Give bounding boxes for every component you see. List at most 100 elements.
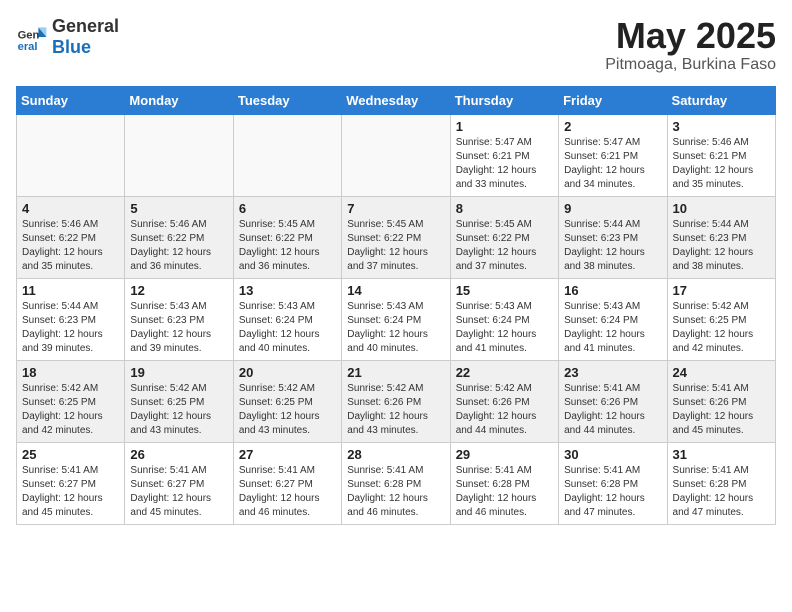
day-number: 11 xyxy=(22,283,119,298)
calendar-day-cell: 18 Sunrise: 5:42 AM Sunset: 6:25 PM Dayli… xyxy=(17,360,125,442)
day-number: 7 xyxy=(347,201,444,216)
day-number: 1 xyxy=(456,119,553,134)
calendar-day-cell: 20 Sunrise: 5:42 AM Sunset: 6:25 PM Dayli… xyxy=(233,360,341,442)
day-info: Sunrise: 5:41 AM Sunset: 6:27 PM Dayligh… xyxy=(239,464,336,520)
month-year-title: May 2025 xyxy=(605,16,776,56)
day-number: 25 xyxy=(22,447,119,462)
logo-blue-text: Blue xyxy=(52,37,91,57)
svg-text:eral: eral xyxy=(18,41,38,53)
day-info: Sunrise: 5:43 AM Sunset: 6:24 PM Dayligh… xyxy=(456,300,553,356)
day-number: 2 xyxy=(564,119,661,134)
logo: Gen eral General Blue xyxy=(16,16,119,58)
day-header-friday: Friday xyxy=(559,86,667,114)
svg-text:Gen: Gen xyxy=(18,30,40,42)
calendar-day-cell: 14Sunrise: 5:43 AM Sunset: 6:24 PM Dayli… xyxy=(342,278,450,360)
calendar-day-cell: 23 Sunrise: 5:41 AM Sunset: 6:26 PM Dayli… xyxy=(559,360,667,442)
calendar-day-cell: 1 Sunrise: 5:47 AM Sunset: 6:21 PM Daylig… xyxy=(450,114,558,196)
day-info: Sunrise: 5:42 AM Sunset: 6:25 PM Dayligh… xyxy=(22,382,119,438)
day-number: 22 xyxy=(456,365,553,380)
day-number: 18 xyxy=(22,365,119,380)
calendar-day-cell: 24Sunrise: 5:41 AM Sunset: 6:26 PM Dayli… xyxy=(667,360,775,442)
day-info: Sunrise: 5:41 AM Sunset: 6:28 PM Dayligh… xyxy=(456,464,553,520)
location-text: Pitmoaga, Burkina Faso xyxy=(605,56,776,74)
day-number: 13 xyxy=(239,283,336,298)
day-info: Sunrise: 5:45 AM Sunset: 6:22 PM Dayligh… xyxy=(456,218,553,274)
day-number: 30 xyxy=(564,447,661,462)
calendar-day-cell: 16 Sunrise: 5:43 AM Sunset: 6:24 PM Dayli… xyxy=(559,278,667,360)
day-number: 26 xyxy=(130,447,227,462)
calendar-day-cell: 10Sunrise: 5:44 AM Sunset: 6:23 PM Dayli… xyxy=(667,196,775,278)
calendar-day-cell xyxy=(342,114,450,196)
calendar-day-cell: 8Sunrise: 5:45 AM Sunset: 6:22 PM Daylig… xyxy=(450,196,558,278)
day-info: Sunrise: 5:43 AM Sunset: 6:24 PM Dayligh… xyxy=(239,300,336,356)
calendar-day-cell: 5 Sunrise: 5:46 AM Sunset: 6:22 PM Daylig… xyxy=(125,196,233,278)
logo-icon: Gen eral xyxy=(16,21,48,53)
day-info: Sunrise: 5:41 AM Sunset: 6:26 PM Dayligh… xyxy=(564,382,661,438)
day-info: Sunrise: 5:43 AM Sunset: 6:23 PM Dayligh… xyxy=(130,300,227,356)
day-info: Sunrise: 5:42 AM Sunset: 6:25 PM Dayligh… xyxy=(239,382,336,438)
day-number: 15 xyxy=(456,283,553,298)
day-number: 17 xyxy=(673,283,770,298)
day-info: Sunrise: 5:43 AM Sunset: 6:24 PM Dayligh… xyxy=(347,300,444,356)
day-info: Sunrise: 5:41 AM Sunset: 6:28 PM Dayligh… xyxy=(564,464,661,520)
day-number: 3 xyxy=(673,119,770,134)
day-number: 9 xyxy=(564,201,661,216)
day-info: Sunrise: 5:42 AM Sunset: 6:25 PM Dayligh… xyxy=(130,382,227,438)
calendar-day-cell: 3 Sunrise: 5:46 AM Sunset: 6:21 PM Daylig… xyxy=(667,114,775,196)
calendar-day-cell: 27 Sunrise: 5:41 AM Sunset: 6:27 PM Dayli… xyxy=(233,442,341,524)
day-header-saturday: Saturday xyxy=(667,86,775,114)
calendar-day-cell: 12Sunrise: 5:43 AM Sunset: 6:23 PM Dayli… xyxy=(125,278,233,360)
calendar-day-cell: 11 Sunrise: 5:44 AM Sunset: 6:23 PM Dayli… xyxy=(17,278,125,360)
day-number: 23 xyxy=(564,365,661,380)
calendar-day-cell: 28Sunrise: 5:41 AM Sunset: 6:28 PM Dayli… xyxy=(342,442,450,524)
day-number: 5 xyxy=(130,201,227,216)
calendar-week-2: 4 Sunrise: 5:46 AM Sunset: 6:22 PM Daylig… xyxy=(17,196,776,278)
calendar-header-row: SundayMondayTuesdayWednesdayThursdayFrid… xyxy=(17,86,776,114)
day-info: Sunrise: 5:41 AM Sunset: 6:27 PM Dayligh… xyxy=(130,464,227,520)
day-number: 31 xyxy=(673,447,770,462)
day-number: 21 xyxy=(347,365,444,380)
day-info: Sunrise: 5:42 AM Sunset: 6:26 PM Dayligh… xyxy=(456,382,553,438)
day-info: Sunrise: 5:42 AM Sunset: 6:26 PM Dayligh… xyxy=(347,382,444,438)
day-number: 20 xyxy=(239,365,336,380)
calendar-day-cell xyxy=(125,114,233,196)
calendar-day-cell: 21 Sunrise: 5:42 AM Sunset: 6:26 PM Dayli… xyxy=(342,360,450,442)
calendar-day-cell: 9 Sunrise: 5:44 AM Sunset: 6:23 PM Daylig… xyxy=(559,196,667,278)
calendar-week-4: 18 Sunrise: 5:42 AM Sunset: 6:25 PM Dayli… xyxy=(17,360,776,442)
day-number: 29 xyxy=(456,447,553,462)
day-info: Sunrise: 5:41 AM Sunset: 6:27 PM Dayligh… xyxy=(22,464,119,520)
day-info: Sunrise: 5:47 AM Sunset: 6:21 PM Dayligh… xyxy=(564,136,661,192)
calendar-day-cell: 29 Sunrise: 5:41 AM Sunset: 6:28 PM Dayli… xyxy=(450,442,558,524)
day-info: Sunrise: 5:41 AM Sunset: 6:28 PM Dayligh… xyxy=(347,464,444,520)
logo-general-text: General xyxy=(52,16,119,36)
title-block: May 2025 Pitmoaga, Burkina Faso xyxy=(605,16,776,74)
day-info: Sunrise: 5:44 AM Sunset: 6:23 PM Dayligh… xyxy=(22,300,119,356)
day-info: Sunrise: 5:43 AM Sunset: 6:24 PM Dayligh… xyxy=(564,300,661,356)
day-number: 6 xyxy=(239,201,336,216)
day-number: 16 xyxy=(564,283,661,298)
calendar-week-5: 25 Sunrise: 5:41 AM Sunset: 6:27 PM Dayli… xyxy=(17,442,776,524)
calendar-day-cell: 25 Sunrise: 5:41 AM Sunset: 6:27 PM Dayli… xyxy=(17,442,125,524)
calendar-day-cell xyxy=(233,114,341,196)
day-number: 27 xyxy=(239,447,336,462)
calendar-week-3: 11 Sunrise: 5:44 AM Sunset: 6:23 PM Dayli… xyxy=(17,278,776,360)
day-info: Sunrise: 5:46 AM Sunset: 6:21 PM Dayligh… xyxy=(673,136,770,192)
calendar-day-cell: 15 Sunrise: 5:43 AM Sunset: 6:24 PM Dayli… xyxy=(450,278,558,360)
calendar-day-cell: 2 Sunrise: 5:47 AM Sunset: 6:21 PM Daylig… xyxy=(559,114,667,196)
day-header-sunday: Sunday xyxy=(17,86,125,114)
day-header-tuesday: Tuesday xyxy=(233,86,341,114)
day-info: Sunrise: 5:46 AM Sunset: 6:22 PM Dayligh… xyxy=(130,218,227,274)
day-info: Sunrise: 5:44 AM Sunset: 6:23 PM Dayligh… xyxy=(564,218,661,274)
day-number: 4 xyxy=(22,201,119,216)
calendar-day-cell: 4 Sunrise: 5:46 AM Sunset: 6:22 PM Daylig… xyxy=(17,196,125,278)
day-info: Sunrise: 5:47 AM Sunset: 6:21 PM Dayligh… xyxy=(456,136,553,192)
day-info: Sunrise: 5:42 AM Sunset: 6:25 PM Dayligh… xyxy=(673,300,770,356)
day-info: Sunrise: 5:45 AM Sunset: 6:22 PM Dayligh… xyxy=(347,218,444,274)
page-header: Gen eral General Blue May 2025 Pitmoaga,… xyxy=(16,16,776,74)
day-info: Sunrise: 5:41 AM Sunset: 6:26 PM Dayligh… xyxy=(673,382,770,438)
calendar-day-cell: 22 Sunrise: 5:42 AM Sunset: 6:26 PM Dayli… xyxy=(450,360,558,442)
calendar-day-cell: 6Sunrise: 5:45 AM Sunset: 6:22 PM Daylig… xyxy=(233,196,341,278)
calendar-day-cell: 31Sunrise: 5:41 AM Sunset: 6:28 PM Dayli… xyxy=(667,442,775,524)
day-header-wednesday: Wednesday xyxy=(342,86,450,114)
day-info: Sunrise: 5:46 AM Sunset: 6:22 PM Dayligh… xyxy=(22,218,119,274)
